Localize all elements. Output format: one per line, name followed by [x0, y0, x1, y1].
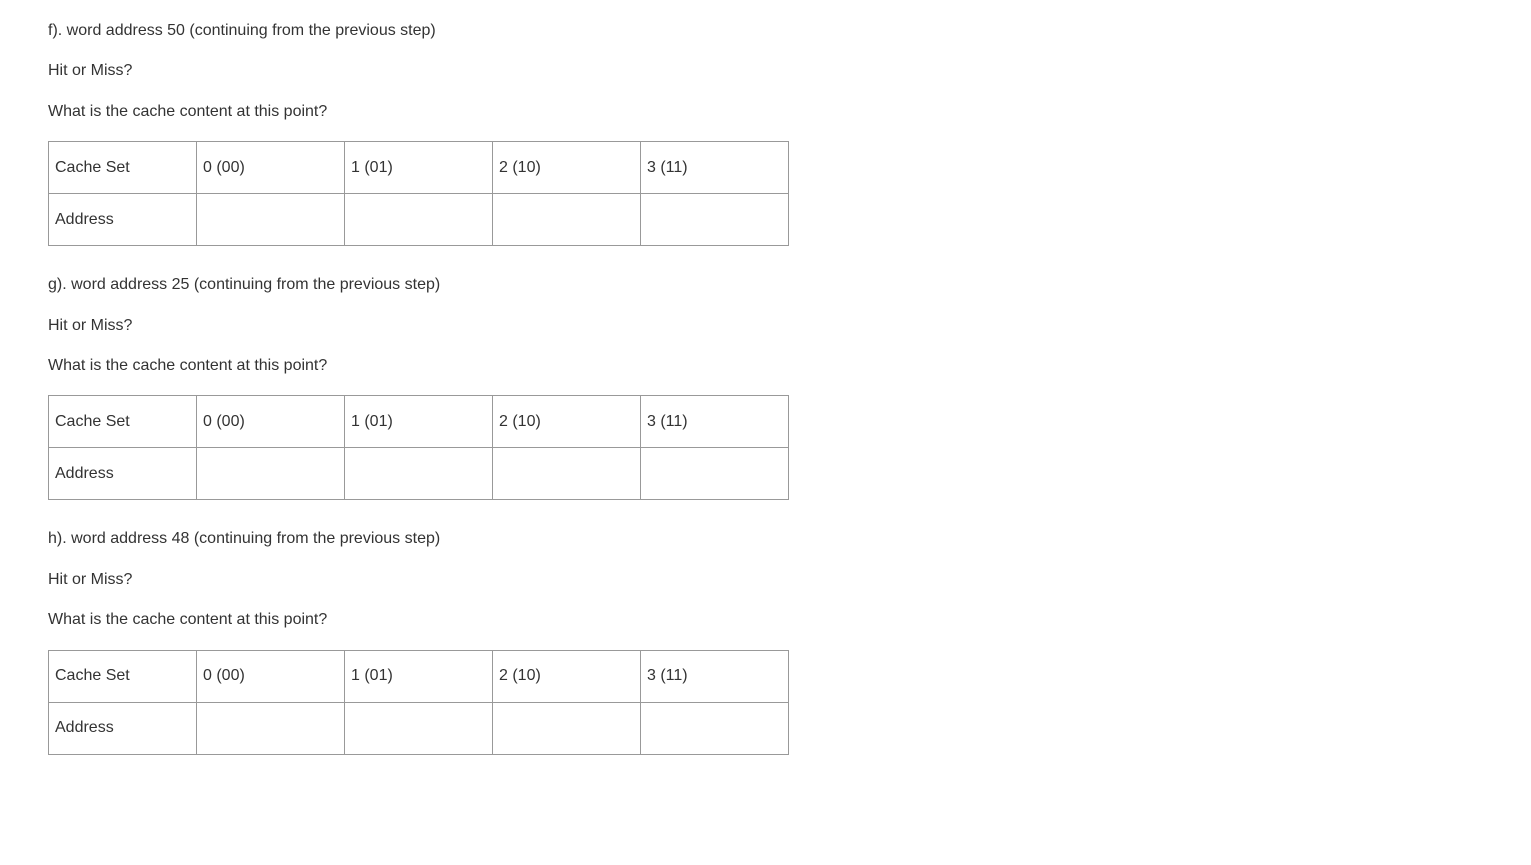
col-header: 2 (10): [493, 142, 641, 194]
addr-cell: [197, 194, 345, 246]
col-header: 3 (11): [641, 142, 789, 194]
hit-miss-g: Hit or Miss?: [48, 315, 1483, 337]
prompt-g: g). word address 25 (continuing from the…: [48, 274, 1483, 296]
table-row: Cache Set 0 (00) 1 (01) 2 (10) 3 (11): [49, 650, 789, 702]
row-label-addr: Address: [49, 448, 197, 500]
table-row: Address: [49, 448, 789, 500]
cache-content-q-h: What is the cache content at this point?: [48, 609, 1483, 631]
addr-cell: [345, 194, 493, 246]
addr-cell: [641, 702, 789, 754]
addr-cell: [493, 194, 641, 246]
prompt-f: f). word address 50 (continuing from the…: [48, 20, 1483, 42]
addr-cell: [345, 702, 493, 754]
col-header: 3 (11): [641, 396, 789, 448]
cache-table-f: Cache Set 0 (00) 1 (01) 2 (10) 3 (11) Ad…: [48, 141, 789, 246]
table-row: Cache Set 0 (00) 1 (01) 2 (10) 3 (11): [49, 396, 789, 448]
row-label-set: Cache Set: [49, 142, 197, 194]
row-label-addr: Address: [49, 194, 197, 246]
cache-content-q-f: What is the cache content at this point?: [48, 101, 1483, 123]
row-label-addr: Address: [49, 702, 197, 754]
row-label-set: Cache Set: [49, 396, 197, 448]
addr-cell: [197, 702, 345, 754]
col-header: 1 (01): [345, 650, 493, 702]
col-header: 1 (01): [345, 396, 493, 448]
table-row: Address: [49, 194, 789, 246]
section-h: h). word address 48 (continuing from the…: [48, 528, 1483, 754]
prompt-h: h). word address 48 (continuing from the…: [48, 528, 1483, 550]
addr-cell: [493, 702, 641, 754]
hit-miss-h: Hit or Miss?: [48, 569, 1483, 591]
cache-content-q-g: What is the cache content at this point?: [48, 355, 1483, 377]
table-row: Cache Set 0 (00) 1 (01) 2 (10) 3 (11): [49, 142, 789, 194]
addr-cell: [493, 448, 641, 500]
addr-cell: [641, 194, 789, 246]
col-header: 0 (00): [197, 396, 345, 448]
cache-table-h: Cache Set 0 (00) 1 (01) 2 (10) 3 (11) Ad…: [48, 650, 789, 755]
hit-miss-f: Hit or Miss?: [48, 60, 1483, 82]
row-label-set: Cache Set: [49, 650, 197, 702]
col-header: 0 (00): [197, 650, 345, 702]
col-header: 2 (10): [493, 650, 641, 702]
addr-cell: [345, 448, 493, 500]
col-header: 0 (00): [197, 142, 345, 194]
section-g: g). word address 25 (continuing from the…: [48, 274, 1483, 500]
addr-cell: [641, 448, 789, 500]
addr-cell: [197, 448, 345, 500]
col-header: 3 (11): [641, 650, 789, 702]
col-header: 2 (10): [493, 396, 641, 448]
table-row: Address: [49, 702, 789, 754]
cache-table-g: Cache Set 0 (00) 1 (01) 2 (10) 3 (11) Ad…: [48, 395, 789, 500]
col-header: 1 (01): [345, 142, 493, 194]
section-f: f). word address 50 (continuing from the…: [48, 20, 1483, 246]
